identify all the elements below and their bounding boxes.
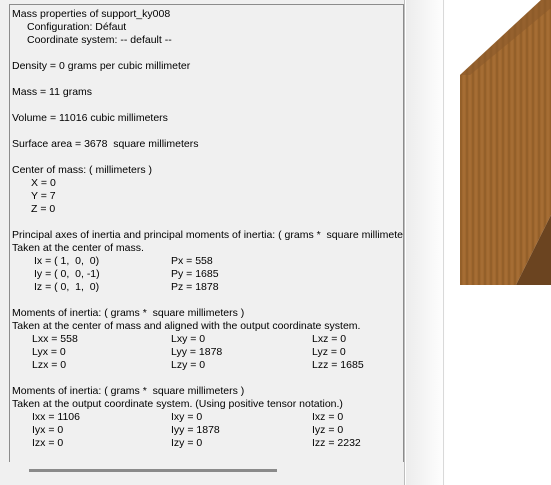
center-of-mass-x: X = 0 <box>31 177 56 189</box>
principal-moment-px: Px = 558 <box>171 255 213 267</box>
moment-lyz: Lyz = 0 <box>312 346 346 358</box>
volume-line: Volume = 11016 cubic millimeters <box>12 112 168 124</box>
coordinate-system-line: Coordinate system: -- default -- <box>27 34 172 46</box>
center-of-mass-z: Z = 0 <box>31 203 56 215</box>
center-of-mass-header: Center of mass: ( millimeters ) <box>12 164 153 176</box>
moment-izx: Izx = 0 <box>32 437 64 449</box>
principal-axis-ix: Ix = ( 1, 0, 0) <box>34 255 100 267</box>
principal-axis-iy: Iy = ( 0, 0, -1) <box>34 268 100 280</box>
mass-properties-report[interactable]: Mass properties of support_ky008 Configu… <box>9 4 404 462</box>
model-preview <box>460 0 551 285</box>
moments-output-taken-line: Taken at the output coordinate system. (… <box>12 398 343 410</box>
moment-lzx: Lzx = 0 <box>32 359 67 371</box>
moment-iyy: Iyy = 1878 <box>171 424 220 436</box>
moment-lxz: Lxz = 0 <box>312 333 347 345</box>
horizontal-scrollbar-thumb[interactable] <box>29 469 277 472</box>
principal-axes-header: Principal axes of inertia and principal … <box>12 229 404 241</box>
density-line: Density = 0 grams per cubic millimeter <box>12 60 191 72</box>
moment-lyy: Lyy = 1878 <box>171 346 223 358</box>
report-title: Mass properties of support_ky008 <box>12 8 171 20</box>
moment-izy: Izy = 0 <box>171 437 203 449</box>
moment-iyz: Iyz = 0 <box>312 424 344 436</box>
moment-ixy: Ixy = 0 <box>171 411 203 423</box>
principal-axis-iz: Iz = ( 0, 1, 0) <box>34 281 100 293</box>
graphics-viewport[interactable] <box>406 0 551 485</box>
surface-area-line: Surface area = 3678 square millimeters <box>12 138 199 150</box>
moment-izz: Izz = 2232 <box>312 437 361 449</box>
viewport-divider <box>443 0 444 485</box>
principal-moment-pz: Pz = 1878 <box>171 281 219 293</box>
moment-ixx: Ixx = 1106 <box>32 411 80 423</box>
moment-lzz: Lzz = 1685 <box>312 359 364 371</box>
moment-lxx: Lxx = 558 <box>32 333 78 345</box>
moment-lxy: Lxy = 0 <box>171 333 206 345</box>
moments-com-header: Moments of inertia: ( grams * square mil… <box>12 307 245 319</box>
mass-line: Mass = 11 grams <box>12 86 93 98</box>
moment-lyx: Lyx = 0 <box>32 346 66 358</box>
moment-ixz: Ixz = 0 <box>312 411 344 423</box>
principal-moment-py: Py = 1685 <box>171 268 219 280</box>
principal-taken-line: Taken at the center of mass. <box>12 242 144 254</box>
mass-properties-panel: Mass properties of support_ky008 Configu… <box>0 0 405 485</box>
moment-iyx: Iyx = 0 <box>32 424 64 436</box>
configuration-line: Configuration: Défaut <box>27 21 127 33</box>
center-of-mass-y: Y = 7 <box>31 190 56 202</box>
horizontal-scrollbar[interactable] <box>9 462 404 480</box>
moment-lzy: Lzy = 0 <box>171 359 206 371</box>
moments-com-taken-line: Taken at the center of mass and aligned … <box>12 320 361 332</box>
moments-output-header: Moments of inertia: ( grams * square mil… <box>12 385 245 397</box>
